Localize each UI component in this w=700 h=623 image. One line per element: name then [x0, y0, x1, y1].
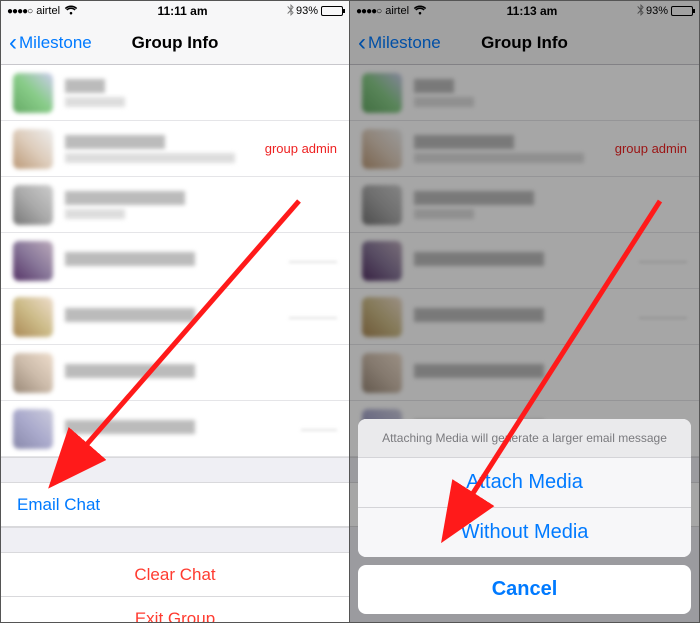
bluetooth-icon: [287, 4, 294, 19]
avatar: [13, 297, 53, 337]
back-label: Milestone: [19, 33, 92, 53]
action-sheet-message: Attaching Media will generate a larger e…: [358, 419, 691, 458]
avatar: [13, 129, 53, 169]
participant-row[interactable]: [1, 65, 349, 121]
wifi-icon: [64, 5, 78, 18]
attach-media-button[interactable]: Attach Media: [358, 458, 691, 508]
exit-group-button[interactable]: Exit Group: [1, 597, 349, 622]
clock: 11:11 am: [78, 4, 287, 18]
participant-row[interactable]: ————: [1, 289, 349, 345]
section-gap: [1, 527, 349, 553]
participant-name: [65, 135, 165, 149]
action-sheet: Attaching Media will generate a larger e…: [358, 419, 691, 614]
cancel-button[interactable]: Cancel: [358, 565, 691, 614]
avatar: [13, 353, 53, 393]
email-chat-button[interactable]: Email Chat: [1, 483, 349, 527]
email-chat-label: Email Chat: [17, 495, 100, 515]
avatar: [13, 409, 53, 449]
participant-name: [65, 191, 185, 205]
participant-name: [65, 364, 195, 378]
participant-status: [65, 97, 125, 107]
battery-percent: 93%: [296, 5, 318, 17]
right-screenshot: ●●●●○ airtel 11:13 am 93% ‹ Milestone Gr…: [350, 1, 699, 622]
exit-group-label: Exit Group: [135, 609, 215, 623]
without-media-label: Without Media: [461, 521, 589, 543]
nav-bar: ‹ Milestone Group Info: [1, 21, 349, 65]
admin-badge: group admin: [265, 141, 337, 156]
participant-row[interactable]: ———: [1, 401, 349, 457]
action-sheet-group: Attaching Media will generate a larger e…: [358, 419, 691, 557]
avatar: [13, 241, 53, 281]
participants-list: group admin ———— ————: [1, 65, 349, 457]
participant-status: [65, 209, 125, 219]
status-bar: ●●●●○ airtel 11:11 am 93%: [1, 1, 349, 21]
without-media-button[interactable]: Without Media: [358, 508, 691, 557]
avatar: [13, 185, 53, 225]
participant-name: [65, 252, 195, 266]
section-gap: [1, 457, 349, 483]
clear-chat-label: Clear Chat: [134, 565, 215, 585]
participant-row[interactable]: group admin: [1, 121, 349, 177]
participant-name: [65, 79, 105, 93]
participant-row[interactable]: [1, 345, 349, 401]
participant-status: [65, 153, 235, 163]
cancel-label: Cancel: [492, 578, 558, 600]
carrier-label: airtel: [36, 5, 60, 17]
participant-name: [65, 420, 195, 434]
chevron-left-icon: ‹: [9, 31, 17, 55]
attach-media-label: Attach Media: [466, 471, 583, 493]
avatar: [13, 73, 53, 113]
side-text: ———: [301, 422, 337, 436]
participant-row[interactable]: [1, 177, 349, 233]
participant-name: [65, 308, 195, 322]
clear-chat-button[interactable]: Clear Chat: [1, 553, 349, 597]
signal-dots: ●●●●○: [7, 6, 32, 17]
side-text: ————: [289, 254, 337, 268]
back-button[interactable]: ‹ Milestone: [9, 31, 92, 55]
left-screenshot: ●●●●○ airtel 11:11 am 93% ‹ Milestone Gr…: [1, 1, 350, 622]
side-text: ————: [289, 310, 337, 324]
battery-icon: [321, 6, 343, 16]
participant-row[interactable]: ————: [1, 233, 349, 289]
